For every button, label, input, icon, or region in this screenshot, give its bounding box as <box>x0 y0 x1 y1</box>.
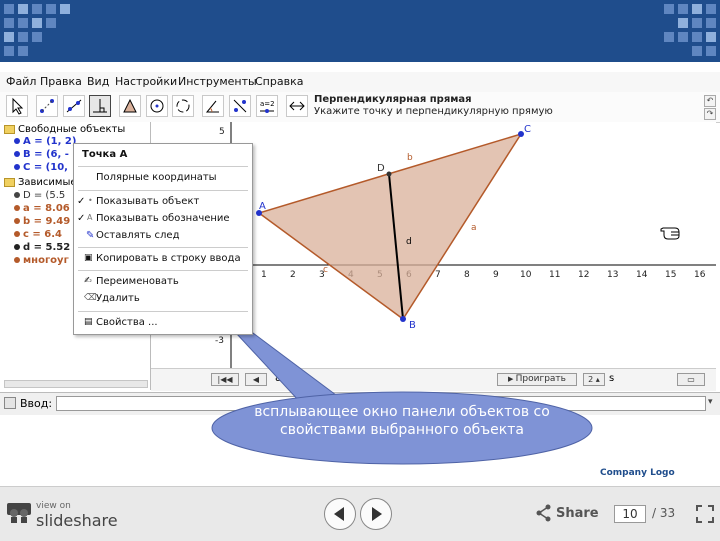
menu-item-copy-to-input[interactable]: ▣ Копировать в строку ввода <box>74 251 252 267</box>
checkmark-icon: ✓ <box>77 196 86 207</box>
menu-item-properties[interactable]: ▤ Свойства ... <box>74 315 252 331</box>
menu-item-show-object[interactable]: ✓ • Показывать объект <box>74 194 252 210</box>
checkmark-icon: ✓ <box>77 213 86 224</box>
menu-item-rename[interactable]: ✍ Переименовать <box>74 274 252 290</box>
triangle-left-icon <box>334 507 344 521</box>
menu-item-show-label[interactable]: ✓ A Показывать обозначение <box>74 211 252 227</box>
page-number-input[interactable]: 10 <box>614 505 646 523</box>
triangle-right-icon <box>372 507 382 521</box>
company-logo: Company Logo <box>600 468 675 478</box>
copy-icon: ▣ <box>84 253 93 263</box>
next-slide-button[interactable] <box>360 498 392 530</box>
view-on-label: view on <box>36 501 71 511</box>
object-context-menu: Точка А Полярные координаты ✓ • Показывать… <box>73 143 253 335</box>
menu-item-polar-coordinates[interactable]: Полярные координаты <box>74 170 252 186</box>
slideshare-logo-icon <box>7 503 31 523</box>
callout-text: всплывающее окно панели объектов со свой… <box>254 404 550 438</box>
slideshare-brand[interactable]: slideshare <box>36 511 118 530</box>
share-button[interactable]: Share <box>556 506 599 521</box>
menu-item-delete[interactable]: ⌫ Удалить <box>74 291 252 307</box>
rename-icon: ✍ <box>84 276 92 286</box>
prev-slide-button[interactable] <box>324 498 356 530</box>
fullscreen-icon[interactable] <box>696 505 714 523</box>
page-total: / 33 <box>652 506 676 520</box>
share-icon[interactable] <box>536 504 552 522</box>
menu-item-trace-on[interactable]: ✎ Оставлять след <box>74 228 252 244</box>
trace-icon: ✎ <box>86 230 95 241</box>
eraser-icon: ⌫ <box>84 293 97 303</box>
context-menu-title: Точка А <box>82 149 128 160</box>
properties-icon: ▤ <box>84 317 93 327</box>
